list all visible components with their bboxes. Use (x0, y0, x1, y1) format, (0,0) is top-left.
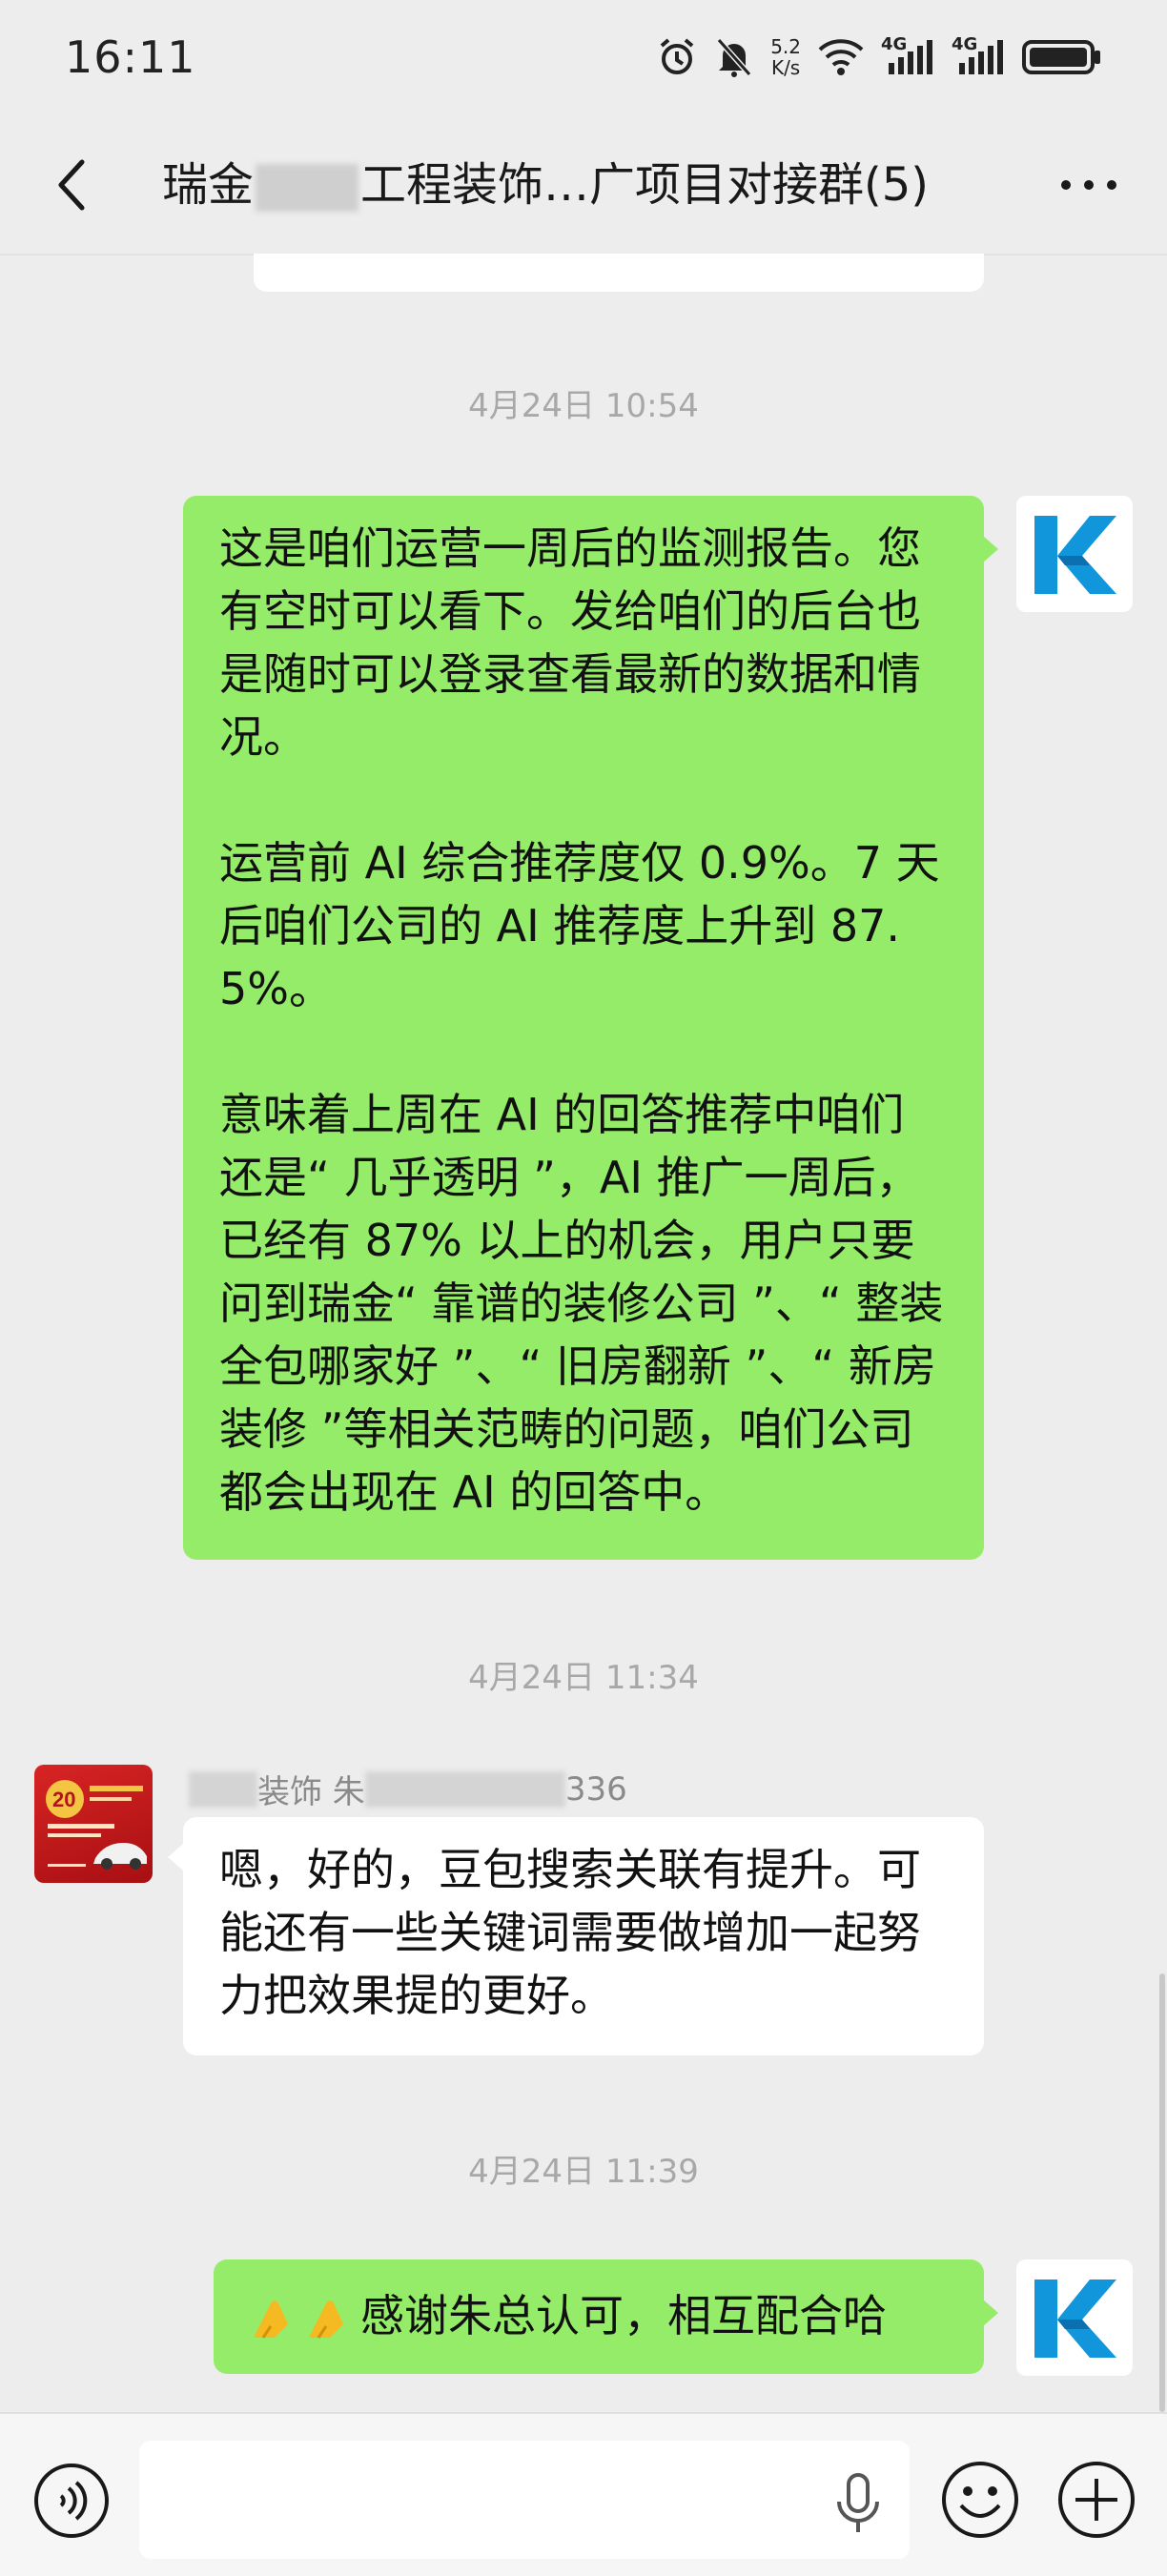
folded-hands-emoji (250, 2296, 305, 2343)
microphone-icon[interactable] (831, 2471, 885, 2538)
incoming-message-bubble[interactable]: 嗯，好的，豆包搜索关联有提升。可能还有一些关键词需要做增加一起努力把效果提的更好… (183, 1817, 984, 2055)
net-speed-unit: K/s (770, 56, 801, 79)
folded-hands-emoji (305, 2296, 360, 2343)
signal-label: 4G (952, 34, 978, 54)
k-logo-avatar[interactable] (1016, 496, 1133, 612)
emoji-button[interactable] (940, 2460, 1020, 2540)
status-time: 16:11 (65, 31, 196, 83)
message-text: 感谢朱总认可，相互配合哈 (360, 2290, 887, 2341)
plus-button[interactable] (1056, 2460, 1136, 2540)
signal-icon: 4G (881, 34, 934, 76)
chat-title: 瑞金 工程装饰…广项目对接群(5) (162, 153, 982, 217)
net-speed: 5.2 K/s (770, 36, 801, 78)
more-dots-icon (1061, 180, 1116, 190)
more-button[interactable] (1053, 160, 1125, 210)
timestamp: 4月24日 11:39 (468, 2153, 699, 2191)
timestamp: 4月24日 10:54 (468, 387, 699, 425)
bubble-tail (983, 536, 998, 562)
mute-icon (715, 36, 753, 78)
message-input[interactable] (139, 2441, 910, 2559)
bubble-tail (983, 2300, 998, 2326)
input-bar (0, 2412, 1167, 2576)
signal-icon: 4G (952, 34, 1005, 76)
signal-label: 4G (881, 34, 908, 54)
alarm-icon (656, 36, 698, 78)
chat-title-prefix: 瑞金 (162, 158, 255, 212)
sender-name-visible: 装饰 朱 (257, 1773, 365, 1811)
sender-name: 装饰 朱 336 (189, 1766, 627, 1812)
status-icons: 5.2 K/s 4G 4G (656, 34, 1102, 78)
timestamp: 4月24日 11:34 (468, 1659, 699, 1697)
chevron-left-icon (58, 159, 85, 211)
title-bar: 瑞金 工程装饰…广项目对接群(5) (0, 114, 1167, 256)
plus-circle-icon (1058, 2462, 1135, 2538)
redacted-text (364, 1770, 565, 1808)
voice-mode-button[interactable] (32, 2462, 111, 2540)
status-bar: 16:11 5.2 K/s 4G 4G (0, 0, 1167, 114)
voice-mode-icon (34, 2464, 109, 2538)
redacted-text (189, 1770, 257, 1808)
emoji-face-icon (942, 2462, 1018, 2538)
outgoing-message-bubble[interactable]: 感谢朱总认可，相互配合哈 (214, 2259, 984, 2374)
wifi-icon (818, 38, 864, 76)
k-logo-icon (1034, 516, 1116, 594)
battery-icon (1022, 38, 1102, 76)
chat-title-suffix: 工程装饰…广项目对接群(5) (360, 158, 930, 212)
bubble-tail (168, 1844, 183, 1871)
k-logo-icon (1034, 2280, 1116, 2358)
sender-name-end: 336 (564, 1769, 627, 1809)
previous-message-bubble[interactable] (254, 254, 984, 292)
outgoing-message-bubble[interactable]: 这是咱们运营一周后的监测报告。您有空时可以看下。发给咱们的后台也是随时可以登录查… (183, 496, 984, 1560)
back-button[interactable] (42, 153, 99, 217)
net-speed-value: 5.2 (770, 35, 801, 58)
company-logo-image: 20 (46, 1780, 147, 1870)
redacted-text (256, 164, 359, 212)
svg-text:20: 20 (52, 1788, 75, 1811)
k-logo-avatar[interactable] (1016, 2259, 1133, 2376)
company-logo-avatar[interactable]: 20 (34, 1765, 153, 1883)
scrollbar[interactable] (1159, 1973, 1165, 2412)
